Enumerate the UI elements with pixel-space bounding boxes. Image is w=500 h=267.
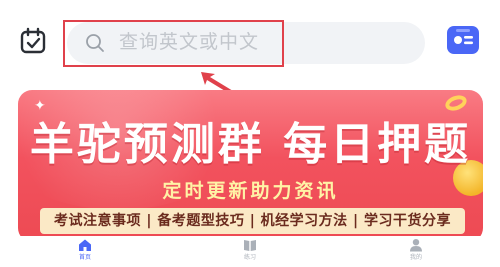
tab-practice[interactable]: 练习: [220, 238, 280, 267]
tab-practice-label: 练习: [243, 254, 256, 261]
calendar-button[interactable]: [19, 27, 47, 55]
tab-home-label: 首页: [78, 254, 91, 261]
id-card-button[interactable]: [447, 26, 479, 54]
bottom-tab-bar: 首页 练习 我的: [0, 236, 500, 267]
user-icon: [410, 239, 422, 252]
banner-subtitle: 定时更新助力资讯: [162, 180, 339, 202]
book-icon: [244, 240, 256, 251]
promo-banner[interactable]: ✦ 羊驼预测群 每日押题 定时更新助力资讯 考试注意事项 | 备考题型技巧 | …: [18, 90, 483, 242]
id-card-icon: [454, 29, 473, 45]
top-header: [0, 0, 500, 84]
home-icon: [79, 239, 91, 251]
search-highlight-box: [63, 20, 284, 67]
tab-home[interactable]: 首页: [55, 238, 115, 267]
banner-title: 羊驼预测群 每日押题: [29, 119, 472, 170]
calendar-check-icon: [20, 27, 46, 54]
tab-profile-label: 我的: [409, 254, 422, 261]
tab-profile[interactable]: 我的: [386, 238, 446, 267]
banner-tags: 考试注意事项 | 备考题型技巧 | 机经学习方法 | 学习干货分享: [40, 208, 465, 234]
